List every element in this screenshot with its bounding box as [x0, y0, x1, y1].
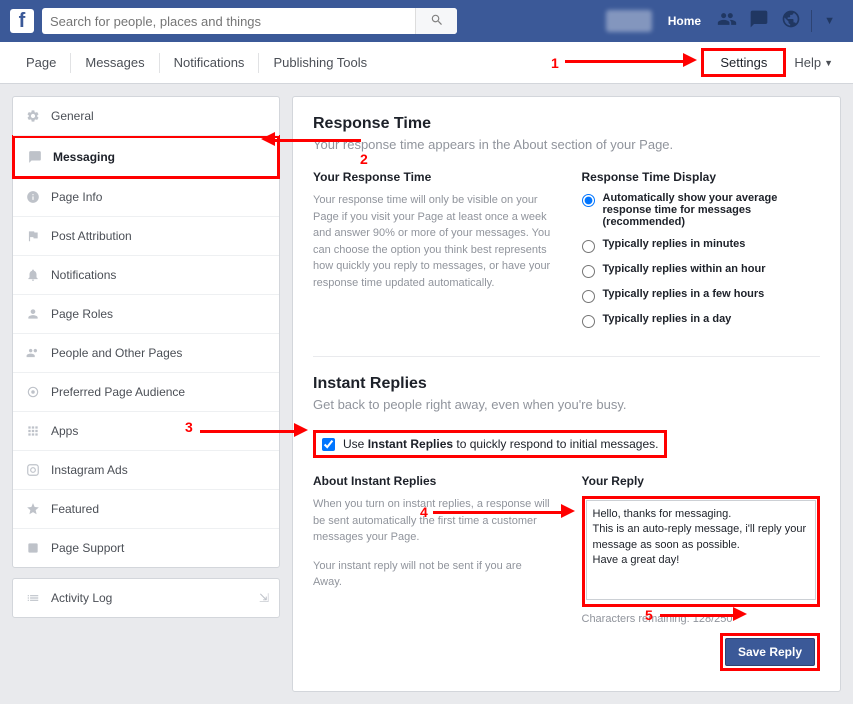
- about-instant-heading: About Instant Replies: [313, 474, 552, 488]
- sidebar-item-featured[interactable]: Featured: [13, 490, 279, 529]
- sidebar: General Messaging Page Info Post Attribu…: [12, 96, 280, 628]
- tab-publishing[interactable]: Publishing Tools: [259, 42, 381, 84]
- external-link-icon: ⇲: [259, 591, 269, 605]
- bell-icon: [25, 267, 41, 283]
- response-time-heading: Response Time: [313, 115, 820, 133]
- sidebar-item-general[interactable]: General: [13, 97, 279, 136]
- search-icon: [430, 13, 444, 30]
- friend-requests-icon[interactable]: [711, 9, 743, 34]
- tab-settings[interactable]: Settings: [712, 52, 775, 73]
- sidebar-item-preferred[interactable]: Preferred Page Audience: [13, 373, 279, 412]
- support-icon: [25, 540, 41, 556]
- radio-auto[interactable]: Automatically show your average response…: [582, 192, 821, 228]
- sidebar-item-label: Page Support: [51, 541, 124, 555]
- sidebar-item-page-info[interactable]: Page Info: [13, 178, 279, 217]
- gear-icon: [25, 108, 41, 124]
- about-instant-desc: When you turn on instant replies, a resp…: [313, 496, 552, 546]
- radio-day[interactable]: Typically replies in a day: [582, 313, 821, 328]
- star-icon: [25, 501, 41, 517]
- your-response-heading: Your Response Time: [313, 170, 552, 184]
- apps-icon: [25, 423, 41, 439]
- search-wrap: [42, 8, 457, 34]
- tab-messages[interactable]: Messages: [71, 42, 158, 84]
- sidebar-item-label: People and Other Pages: [51, 346, 182, 360]
- reply-textarea[interactable]: [586, 500, 817, 600]
- dropdown-arrow-icon[interactable]: ▼: [816, 15, 843, 27]
- about-instant-away: Your instant reply will not be sent if y…: [313, 558, 552, 591]
- tab-notifications[interactable]: Notifications: [160, 42, 259, 84]
- sidebar-item-label: Instagram Ads: [51, 463, 128, 477]
- search-input[interactable]: [42, 8, 415, 34]
- tab-help[interactable]: Help▼: [786, 55, 841, 70]
- sidebar-item-activity-log[interactable]: Activity Log ⇲: [13, 579, 279, 617]
- sidebar-item-label: Featured: [51, 502, 99, 516]
- sidebar-item-people[interactable]: People and Other Pages: [13, 334, 279, 373]
- your-reply-heading: Your Reply: [582, 474, 821, 488]
- sidebar-item-instagram[interactable]: Instagram Ads: [13, 451, 279, 490]
- info-icon: [25, 189, 41, 205]
- sidebar-item-label: Page Roles: [51, 307, 113, 321]
- chat-icon: [27, 149, 43, 165]
- chevron-down-icon: ▼: [824, 58, 833, 68]
- sidebar-item-notifications[interactable]: Notifications: [13, 256, 279, 295]
- sidebar-item-label: General: [51, 109, 94, 123]
- user-icon: [25, 306, 41, 322]
- sidebar-item-page-roles[interactable]: Page Roles: [13, 295, 279, 334]
- home-link[interactable]: Home: [658, 14, 711, 28]
- instant-replies-checkbox[interactable]: Use Instant Replies to quickly respond t…: [316, 433, 664, 455]
- flag-icon: [25, 228, 41, 244]
- radio-hour[interactable]: Typically replies within an hour: [582, 263, 821, 278]
- sidebar-item-support[interactable]: Page Support: [13, 529, 279, 567]
- save-reply-button[interactable]: Save Reply: [725, 638, 815, 666]
- list-icon: [25, 590, 41, 606]
- people-icon: [25, 345, 41, 361]
- annotation-box-save: Save Reply: [720, 633, 820, 671]
- sidebar-item-label: Page Info: [51, 190, 102, 204]
- sidebar-item-label: Messaging: [53, 150, 115, 164]
- sidebar-item-label: Notifications: [51, 268, 116, 282]
- tabbar: Page Messages Notifications Publishing T…: [0, 42, 853, 84]
- your-response-desc: Your response time will only be visible …: [313, 192, 552, 291]
- search-button[interactable]: [415, 8, 457, 34]
- sidebar-item-label: Activity Log: [51, 591, 112, 605]
- messages-icon[interactable]: [743, 9, 775, 34]
- response-time-subtitle: Your response time appears in the About …: [313, 137, 820, 152]
- radio-minutes[interactable]: Typically replies in minutes: [582, 238, 821, 253]
- response-display-heading: Response Time Display: [582, 170, 821, 184]
- annotation-box-textarea: [582, 496, 821, 607]
- chars-remaining: Characters remaining: 128/250: [582, 613, 821, 625]
- tab-page[interactable]: Page: [12, 42, 70, 84]
- sidebar-item-post-attribution[interactable]: Post Attribution: [13, 217, 279, 256]
- radio-few-hours[interactable]: Typically replies in a few hours: [582, 288, 821, 303]
- annotation-box-settings: Settings: [701, 48, 786, 77]
- profile-thumb[interactable]: [606, 10, 652, 32]
- instant-replies-subtitle: Get back to people right away, even when…: [313, 397, 820, 412]
- instagram-icon: [25, 462, 41, 478]
- annotation-box-checkbox: Use Instant Replies to quickly respond t…: [313, 430, 667, 458]
- topbar: f Home ▼: [0, 0, 853, 42]
- instant-replies-heading: Instant Replies: [313, 375, 820, 393]
- fb-logo[interactable]: f: [10, 9, 34, 33]
- sidebar-item-label: Apps: [51, 424, 78, 438]
- sidebar-item-messaging[interactable]: Messaging: [15, 138, 277, 176]
- target-icon: [25, 384, 41, 400]
- sidebar-item-apps[interactable]: Apps: [13, 412, 279, 451]
- main-panel: Response Time Your response time appears…: [292, 96, 841, 692]
- sidebar-item-label: Preferred Page Audience: [51, 385, 185, 399]
- globe-icon[interactable]: [775, 9, 807, 34]
- sidebar-item-label: Post Attribution: [51, 229, 132, 243]
